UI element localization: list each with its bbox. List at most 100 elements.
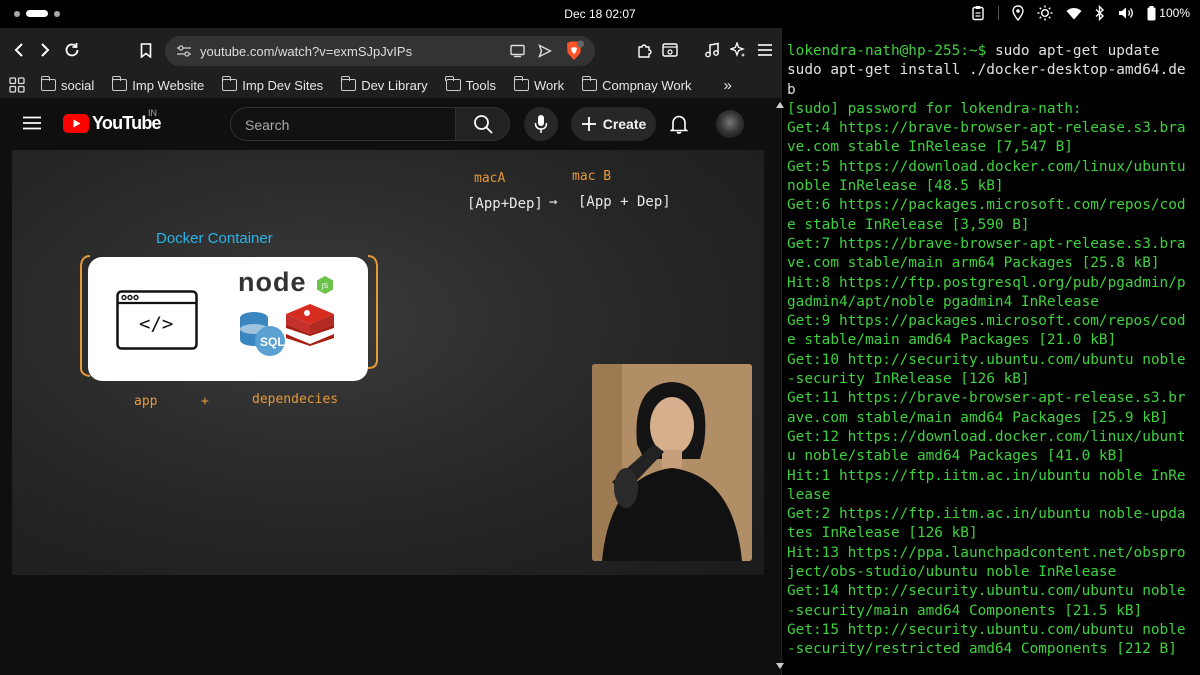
left-box-label: [App+Dep] [467, 196, 543, 212]
create-label: Create [602, 116, 647, 132]
voice-search-button[interactable] [524, 107, 558, 141]
bell-icon [669, 115, 689, 134]
folder-icon [581, 76, 598, 91]
bookmark-folder-imp-website[interactable]: Imp Website [111, 76, 204, 93]
battery-percentage: 100% [1159, 6, 1190, 20]
address-bar[interactable]: youtube.com/watch?v=exmSJpJvIPs [165, 36, 595, 66]
youtube-logo[interactable]: YouTube IN [63, 108, 162, 134]
reload-icon [65, 43, 79, 57]
avatar[interactable] [716, 110, 744, 138]
cast-icon[interactable] [510, 44, 526, 63]
volume-icon [1118, 6, 1134, 20]
bookmark-label: Work [534, 77, 565, 93]
site-info-icon[interactable] [176, 44, 192, 63]
terminal-log: [sudo] password for lokendra-nath: Get:4… [787, 100, 1186, 658]
bluetooth-icon [1095, 5, 1105, 21]
folder-icon [221, 76, 238, 91]
region-code: IN [148, 108, 157, 118]
system-top-bar: Dec 18 02:07 100% [0, 0, 1200, 28]
leo-ai-button[interactable] [727, 39, 749, 61]
extensions-button[interactable] [634, 39, 656, 61]
bookmarks-bar: social Imp Website Imp Dev Sites Dev Lib… [0, 72, 781, 98]
scroll-up-arrow-icon[interactable] [776, 102, 784, 108]
plus-handwritten-label: + [201, 394, 209, 409]
search-button[interactable] [455, 107, 510, 141]
clipboard-icon[interactable] [971, 5, 985, 21]
guide-menu-button[interactable] [23, 116, 41, 135]
create-button[interactable]: Create [571, 107, 656, 141]
nodejs-logo-text: node [238, 267, 307, 297]
app-handwritten-label: app [134, 394, 158, 409]
sparkle-icon [730, 42, 745, 57]
puzzle-icon [638, 44, 652, 58]
folder-icon [111, 76, 128, 91]
night-light-icon [1037, 5, 1053, 21]
redis-icon [286, 304, 334, 346]
youtube-header: YouTube IN Search Create [0, 98, 781, 150]
bookmark-icon [140, 42, 152, 58]
arrow-label: → [549, 194, 558, 210]
brave-shields-icon[interactable] [563, 40, 585, 67]
docker-container-card: </> node JS SQL [88, 257, 368, 381]
bookmark-folder-imp-dev-sites[interactable]: Imp Dev Sites [221, 76, 323, 93]
bookmark-label: Tools [465, 77, 497, 93]
folder-icon [40, 76, 56, 91]
terminal-prompt: lokendra-nath@hp-255:~$ [787, 43, 987, 59]
bookmarks-overflow-button[interactable]: » [723, 77, 731, 94]
send-icon[interactable] [538, 44, 553, 63]
main-menu-button[interactable] [754, 39, 776, 61]
battery-status: 100% [1147, 5, 1190, 21]
reader-mode-button[interactable] [659, 39, 681, 61]
music-note-icon [705, 42, 719, 58]
bookmark-folder-social[interactable]: social [40, 76, 94, 93]
bookmark-folder-tools[interactable]: Tools [445, 76, 497, 93]
svg-text:JS: JS [321, 282, 329, 290]
location-icon [1012, 5, 1024, 21]
forward-button[interactable] [34, 39, 56, 61]
folder-icon [340, 76, 357, 91]
bookmark-folder-dev-library[interactable]: Dev Library [340, 76, 428, 93]
right-box-label: [App + Dep] [578, 194, 671, 210]
system-tray[interactable]: 100% [971, 5, 1190, 21]
search-icon [473, 115, 493, 134]
search-input[interactable]: Search [245, 117, 289, 133]
video-player[interactable]: Docker Container </> node JS SQL app + d… [12, 150, 764, 575]
browser-toolbar: youtube.com/watch?v=exmSJpJvIPs [0, 28, 781, 72]
media-controls-button[interactable] [701, 39, 723, 61]
chevron-right-icon [41, 43, 50, 57]
hamburger-menu-icon [758, 44, 772, 56]
bookmark-label: Dev Library [361, 77, 428, 93]
folder-icon [445, 76, 461, 91]
wifi-icon [1066, 7, 1082, 20]
sql-label: SQL [260, 335, 285, 349]
hamburger-menu-icon [23, 116, 41, 130]
search-box[interactable]: Search [230, 107, 456, 141]
url-text[interactable]: youtube.com/watch?v=exmSJpJvIPs [200, 44, 412, 59]
code-symbol: </> [139, 313, 174, 335]
microphone-icon [534, 115, 548, 133]
apps-grid-icon[interactable] [9, 77, 25, 93]
bookmark-folder-work[interactable]: Work [513, 76, 565, 93]
chevron-left-icon [14, 43, 23, 57]
bookmark-page-button[interactable] [135, 39, 157, 61]
back-button[interactable] [8, 39, 30, 61]
dependencies-handwritten-label: dependecies [252, 392, 339, 407]
mac-a-label: macA [474, 171, 506, 186]
youtube-play-icon [63, 114, 89, 133]
tray-separator [998, 6, 1000, 20]
presenter-silhouette [592, 364, 752, 561]
folder-icon [513, 76, 530, 91]
terminal-window[interactable]: lokendra-nath@hp-255:~$ sudo apt-get upd… [776, 28, 1200, 675]
browser-window: youtube.com/watch?v=exmSJpJvIPs social I… [0, 28, 781, 675]
reload-button[interactable] [61, 39, 83, 61]
mac-b-label: mac B [572, 169, 612, 184]
notifications-button[interactable] [669, 114, 689, 139]
scroll-down-arrow-icon[interactable] [776, 663, 784, 669]
battery-icon [1147, 5, 1156, 21]
terminal-output[interactable]: lokendra-nath@hp-255:~$ sudo apt-get upd… [787, 42, 1187, 660]
bookmark-folder-compnay-work[interactable]: Compnay Work [581, 76, 691, 93]
nodejs-hexagon-icon: JS [317, 276, 333, 294]
docker-container-title: Docker Container [156, 230, 273, 247]
presenter-webcam [592, 364, 752, 561]
plus-icon [581, 117, 596, 131]
